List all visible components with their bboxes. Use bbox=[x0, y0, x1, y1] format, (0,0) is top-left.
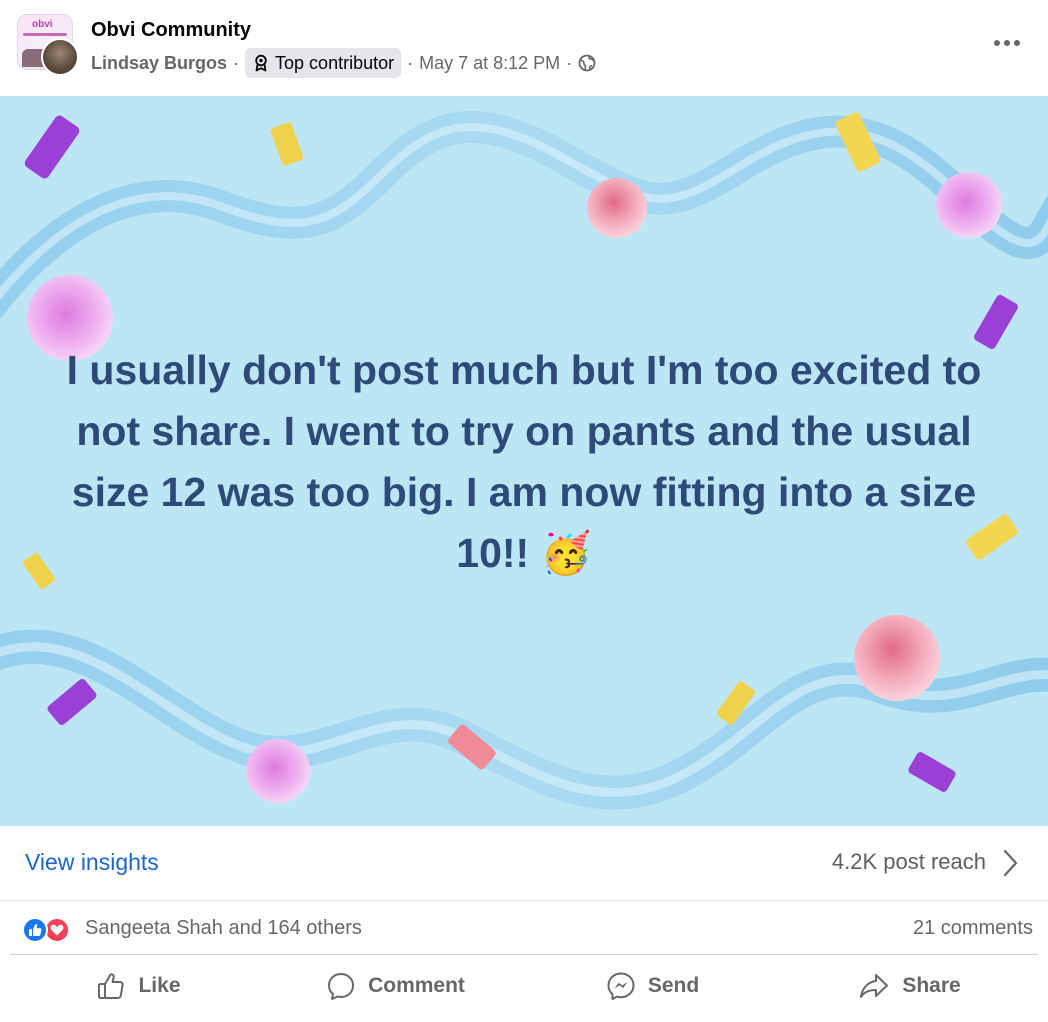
globe-icon[interactable] bbox=[578, 54, 596, 72]
post-meta: Lindsay Burgos · Top contributor · May 7… bbox=[91, 48, 596, 78]
comment-icon bbox=[328, 972, 355, 1000]
reaction-names[interactable]: Sangeeta Shah and 164 others bbox=[85, 917, 362, 940]
post-text: I usually don't post much but I'm too ex… bbox=[40, 340, 1008, 584]
group-name[interactable]: Obvi Community bbox=[91, 19, 251, 42]
more-icon bbox=[994, 40, 1020, 46]
chevron-right-icon[interactable] bbox=[1000, 848, 1020, 883]
badge-icon bbox=[255, 54, 267, 72]
post-body-text: I usually don't post much but I'm too ex… bbox=[66, 347, 982, 576]
share-label: Share bbox=[902, 973, 961, 997]
party-face-emoji: 🥳 bbox=[540, 529, 592, 577]
group-avatar-logo: obvi bbox=[32, 19, 53, 30]
more-options-button[interactable] bbox=[990, 30, 1024, 56]
meta-separator: · bbox=[566, 52, 573, 73]
author-avatar[interactable] bbox=[41, 38, 79, 76]
thumbs-up-icon bbox=[98, 972, 125, 999]
share-button[interactable]: Share bbox=[781, 955, 1038, 1016]
messenger-icon bbox=[607, 972, 635, 1000]
like-icon bbox=[22, 917, 48, 943]
top-contributor-badge[interactable]: Top contributor bbox=[245, 48, 402, 78]
comment-label: Comment bbox=[368, 973, 465, 997]
group-avatar-banner bbox=[23, 33, 67, 36]
meta-separator: · bbox=[407, 52, 414, 73]
share-icon bbox=[860, 973, 889, 998]
comment-button[interactable]: Comment bbox=[267, 955, 524, 1016]
author-name[interactable]: Lindsay Burgos bbox=[91, 53, 227, 74]
view-insights-link[interactable]: View insights bbox=[25, 849, 159, 876]
post-background-image[interactable]: I usually don't post much but I'm too ex… bbox=[0, 96, 1048, 826]
reactions-row: Sangeeta Shah and 164 others 21 comments bbox=[0, 900, 1048, 954]
insights-row: View insights 4.2K post reach bbox=[0, 826, 1048, 900]
meta-separator: · bbox=[233, 52, 240, 73]
post-actions: Like Comment Send Share bbox=[10, 954, 1038, 1016]
post-header: obvi Obvi Community Lindsay Burgos · Top… bbox=[0, 0, 1048, 96]
like-button[interactable]: Like bbox=[10, 955, 267, 1016]
send-label: Send bbox=[647, 973, 700, 997]
send-button[interactable]: Send bbox=[524, 955, 781, 1016]
badge-label: Top contributor bbox=[275, 52, 395, 73]
like-label: Like bbox=[138, 973, 181, 997]
avatar-group[interactable]: obvi bbox=[17, 14, 79, 76]
post-timestamp[interactable]: May 7 at 8:12 PM bbox=[419, 53, 560, 74]
comments-count[interactable]: 21 comments bbox=[913, 917, 1033, 940]
reaction-icons[interactable] bbox=[22, 917, 78, 943]
post-reach[interactable]: 4.2K post reach bbox=[832, 849, 986, 875]
